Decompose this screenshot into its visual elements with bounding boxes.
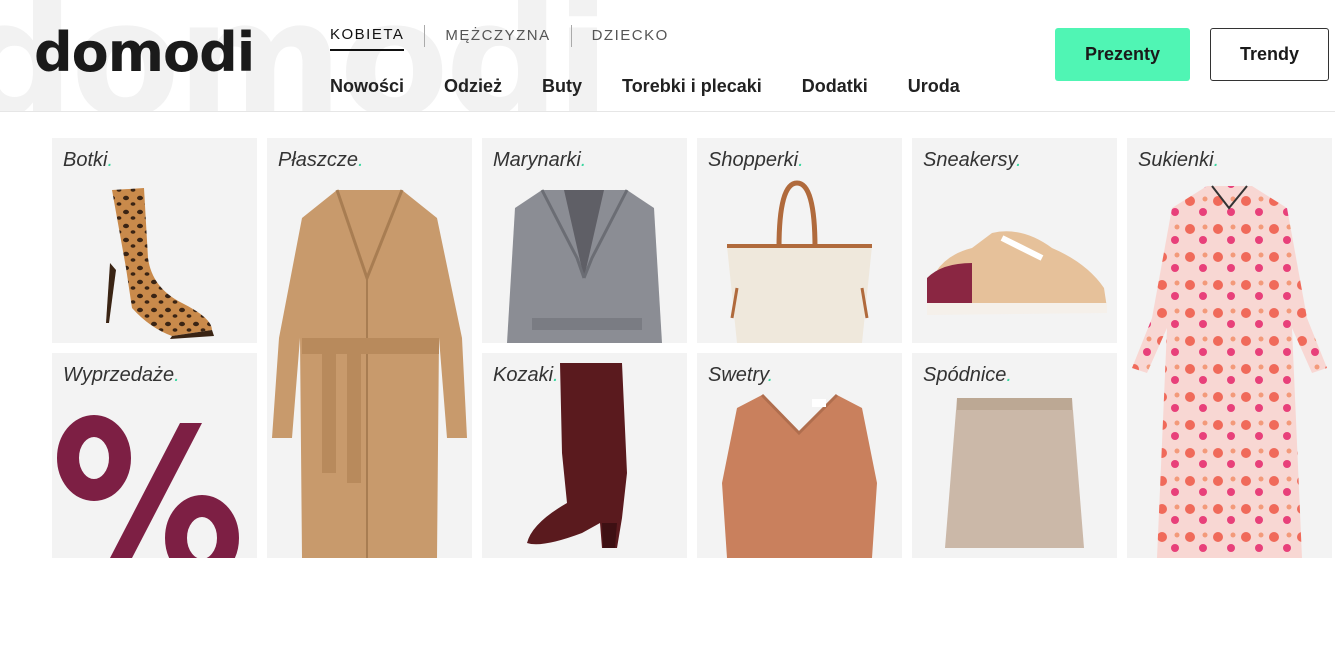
tile-label: Płaszcze: [278, 149, 359, 171]
tile-label: Spódnice: [923, 364, 1007, 386]
tile-label: Marynarki: [493, 149, 581, 171]
nav-item-nowosci[interactable]: Nowości: [330, 76, 404, 97]
category-tile-botki[interactable]: Botki.: [52, 138, 257, 343]
tile-label: Botki: [63, 149, 108, 171]
tile-label: Sukienki: [1138, 149, 1214, 171]
tab-mezczyzna[interactable]: MĘŻCZYZNA: [445, 27, 550, 50]
category-tile-shopperki[interactable]: Shopperki.: [697, 138, 902, 343]
nav-item-dodatki[interactable]: Dodatki: [802, 76, 868, 97]
tile-label: Wyprzedaże: [63, 364, 175, 386]
category-tile-marynarki[interactable]: Marynarki.: [482, 138, 687, 343]
gifts-button[interactable]: Prezenty: [1055, 28, 1190, 81]
site-header: domodi domodi KOBIETA MĘŻCZYZNA DZIECKO …: [0, 0, 1335, 112]
category-tile-kozaki[interactable]: Kozaki.: [482, 353, 687, 558]
nav-item-buty[interactable]: Buty: [542, 76, 582, 97]
nav-item-odziez[interactable]: Odzież: [444, 76, 502, 97]
nav-item-torebki[interactable]: Torebki i plecaki: [622, 76, 762, 97]
tile-label: Sneakersy: [923, 149, 1017, 171]
category-tile-wyprzedaze[interactable]: Wyprzedaże.: [52, 353, 257, 558]
divider: [424, 24, 426, 47]
category-nav: Nowości Odzież Buty Torebki i plecaki Do…: [330, 76, 1000, 97]
tab-dziecko[interactable]: DZIECKO: [592, 27, 669, 50]
tile-label: Swetry: [708, 364, 768, 386]
tab-kobieta[interactable]: KOBIETA: [330, 26, 405, 51]
category-tile-sneakersy[interactable]: Sneakersy.: [912, 138, 1117, 343]
nav-item-uroda[interactable]: Uroda: [908, 76, 960, 97]
trends-button[interactable]: Trendy: [1210, 28, 1329, 81]
category-tile-spodnice[interactable]: Spódnice.: [912, 353, 1117, 558]
logo[interactable]: domodi: [34, 26, 255, 80]
category-tile-sukienki[interactable]: Sukienki.: [1127, 138, 1332, 558]
tile-label: Shopperki: [708, 149, 799, 171]
category-tile-swetry[interactable]: Swetry.: [697, 353, 902, 558]
camel-coat-image: [272, 189, 467, 558]
category-tile-plaszcze[interactable]: Płaszcze.: [267, 138, 472, 558]
floral-dress-image: [1132, 185, 1327, 558]
gender-tabs: KOBIETA MĘŻCZYZNA DZIECKO: [330, 24, 669, 51]
divider: [570, 24, 572, 47]
tile-label: Kozaki: [493, 364, 554, 386]
